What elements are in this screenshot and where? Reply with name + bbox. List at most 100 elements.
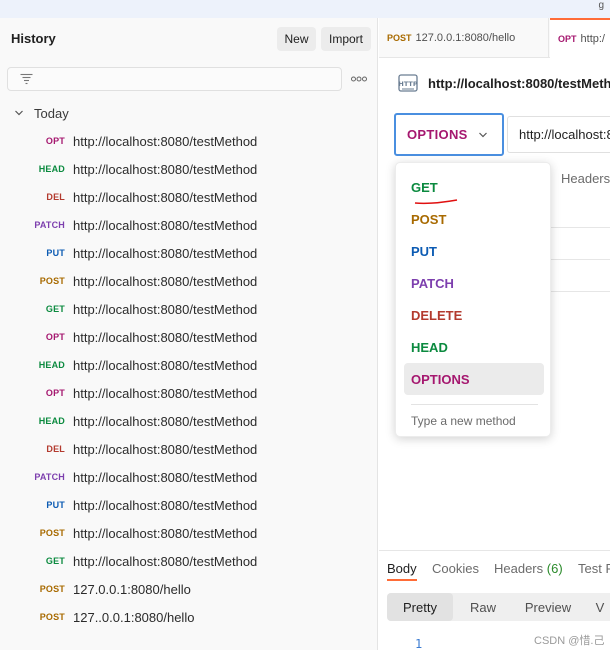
url-input[interactable]: http://localhost:8: [507, 116, 610, 153]
group-label: Today: [34, 105, 69, 121]
history-item-method: GET: [45, 304, 65, 314]
history-item-method: POST: [39, 528, 65, 538]
history-item-method: PATCH: [34, 472, 65, 482]
view-raw[interactable]: Raw: [453, 593, 513, 621]
history-item-url: http://localhost:8080/testMethod: [73, 133, 258, 149]
tab-url: http:/: [580, 33, 605, 45]
history-item[interactable]: POST http://localhost:8080/testMethod: [0, 519, 378, 547]
request-title-row: HTTP http://localhost:8080/testMeth: [397, 72, 610, 94]
history-item[interactable]: OPT http://localhost:8080/testMethod: [0, 323, 378, 351]
more-options-icon[interactable]: [351, 76, 367, 82]
import-button[interactable]: Import: [321, 27, 371, 51]
tab-method: OPT: [558, 34, 577, 44]
history-item[interactable]: PATCH http://localhost:8080/testMethod: [0, 211, 378, 239]
tab-cookies[interactable]: Cookies: [432, 561, 479, 576]
tab-test-results[interactable]: Test R: [578, 561, 610, 576]
tab-headers[interactable]: Headers: [561, 171, 610, 186]
method-option-delete[interactable]: DELETE: [404, 299, 544, 331]
new-method-input[interactable]: Type a new method: [411, 414, 516, 428]
history-item-url: http://localhost:8080/testMethod: [73, 189, 258, 205]
method-dropdown: GET POST PUT PATCH DELETE HEAD OPTIONS Type a …: [395, 162, 551, 437]
method-option-patch[interactable]: PATCH: [404, 267, 544, 299]
dropdown-divider: [411, 404, 538, 405]
history-item[interactable]: PUT http://localhost:8080/testMethod: [0, 239, 378, 267]
history-item-url: http://localhost:8080/testMethod: [73, 441, 258, 457]
divider: [551, 291, 610, 292]
history-item-method: OPT: [45, 332, 65, 342]
history-item[interactable]: POST 127.0.0.1:8080/hello: [0, 575, 378, 603]
view-preview[interactable]: Preview: [513, 593, 583, 621]
history-item[interactable]: HEAD http://localhost:8080/testMethod: [0, 351, 378, 379]
tab-response-headers[interactable]: Headers (6): [494, 561, 563, 576]
history-item[interactable]: PATCH http://localhost:8080/testMethod: [0, 463, 378, 491]
history-item-method: DEL: [46, 192, 65, 202]
history-group-today[interactable]: Today: [14, 104, 69, 122]
top-bar: g: [0, 0, 610, 18]
tab-method: POST: [387, 33, 412, 43]
tab-options-active[interactable]: OPT http:/: [550, 18, 610, 58]
history-item-url: http://localhost:8080/testMethod: [73, 357, 258, 373]
response-tabs: Body Cookies Headers (6) Test R: [379, 550, 610, 581]
red-underline-annotation: [414, 199, 458, 205]
chevron-down-icon: [15, 110, 23, 116]
history-item[interactable]: HEAD http://localhost:8080/testMethod: [0, 155, 378, 183]
headers-count: (6): [546, 561, 563, 576]
history-item[interactable]: GET http://localhost:8080/testMethod: [0, 547, 378, 575]
history-item-method: PATCH: [34, 220, 65, 230]
history-item[interactable]: DEL http://localhost:8080/testMethod: [0, 183, 378, 211]
request-panel: POST 127.0.0.1:8080/hello OPT http:/ HTT…: [379, 18, 610, 650]
method-select-value: OPTIONS: [407, 127, 468, 142]
request-title[interactable]: http://localhost:8080/testMeth: [428, 76, 610, 91]
method-option-post[interactable]: POST: [404, 203, 544, 235]
line-number: 1: [415, 637, 423, 650]
history-item-method: POST: [39, 584, 65, 594]
history-item-method: HEAD: [38, 360, 65, 370]
history-item[interactable]: POST http://localhost:8080/testMethod: [0, 267, 378, 295]
view-pretty[interactable]: Pretty: [387, 593, 453, 621]
history-item[interactable]: GET http://localhost:8080/testMethod: [0, 295, 378, 323]
history-item-url: http://localhost:8080/testMethod: [73, 245, 258, 261]
history-item[interactable]: OPT http://localhost:8080/testMethod: [0, 127, 378, 155]
history-item[interactable]: DEL http://localhost:8080/testMethod: [0, 435, 378, 463]
history-item-url: http://localhost:8080/testMethod: [73, 329, 258, 345]
history-item-method: POST: [39, 276, 65, 286]
history-item-url: http://localhost:8080/testMethod: [73, 553, 258, 569]
history-item-method: HEAD: [38, 164, 65, 174]
history-item-method: POST: [39, 612, 65, 622]
history-item-url: http://localhost:8080/testMethod: [73, 161, 258, 177]
history-item-url: http://localhost:8080/testMethod: [73, 413, 258, 429]
history-item-method: HEAD: [38, 416, 65, 426]
history-item-url: http://localhost:8080/testMethod: [73, 497, 258, 513]
view-visualize[interactable]: V: [583, 593, 610, 621]
method-option-options[interactable]: OPTIONS: [404, 363, 544, 395]
history-item[interactable]: OPT http://localhost:8080/testMethod: [0, 379, 378, 407]
filter-icon: [20, 73, 33, 85]
method-select[interactable]: OPTIONS: [394, 113, 504, 156]
method-option-head[interactable]: HEAD: [404, 331, 544, 363]
tab-body[interactable]: Body: [387, 561, 417, 581]
history-item-url: 127..0.0.1:8080/hello: [73, 609, 195, 625]
history-sidebar: History New Import Today OPT http://local…: [0, 18, 378, 650]
method-option-put[interactable]: PUT: [404, 235, 544, 267]
sidebar-header: History New Import: [0, 18, 378, 60]
history-item-method: DEL: [46, 444, 65, 454]
history-item-url: http://localhost:8080/testMethod: [73, 385, 258, 401]
sidebar-title: History: [11, 31, 56, 46]
history-item[interactable]: HEAD http://localhost:8080/testMethod: [0, 407, 378, 435]
filter-input[interactable]: [7, 67, 342, 91]
divider: [551, 259, 610, 260]
history-item[interactable]: PUT http://localhost:8080/testMethod: [0, 491, 378, 519]
tab-post-hello[interactable]: POST 127.0.0.1:8080/hello: [379, 18, 549, 58]
history-item-url: http://localhost:8080/testMethod: [73, 301, 258, 317]
history-item-url: http://localhost:8080/testMethod: [73, 273, 258, 289]
headers-label: Headers: [494, 561, 544, 576]
tab-url: 127.0.0.1:8080/hello: [415, 32, 516, 44]
svg-text:HTTP: HTTP: [398, 80, 417, 88]
history-item-url: http://localhost:8080/testMethod: [73, 525, 258, 541]
request-tabs: POST 127.0.0.1:8080/hello OPT http:/: [379, 18, 610, 58]
http-icon: HTTP: [398, 74, 418, 92]
history-item-method: PUT: [46, 500, 65, 510]
history-item[interactable]: POST 127..0.0.1:8080/hello: [0, 603, 378, 631]
new-button[interactable]: New: [277, 27, 316, 51]
history-item-url: http://localhost:8080/testMethod: [73, 217, 258, 233]
